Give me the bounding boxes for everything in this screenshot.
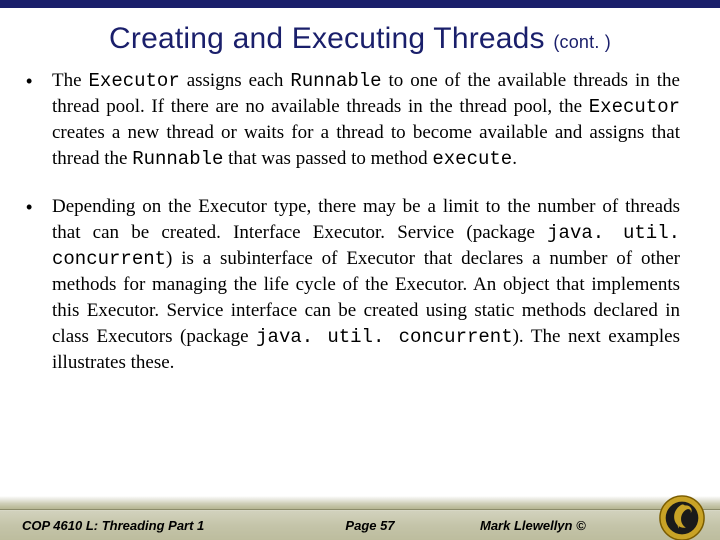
code-span: Executor — [89, 70, 180, 92]
footer-gradient-bar — [0, 496, 720, 510]
bullet-text: The Executor assigns each Runnable to on… — [52, 68, 680, 172]
code-span: Executor — [589, 96, 680, 118]
slide-body: •The Executor assigns each Runnable to o… — [0, 62, 720, 376]
bullet-marker: • — [24, 194, 52, 376]
bullet-item: •The Executor assigns each Runnable to o… — [24, 68, 680, 172]
text-span: The — [52, 70, 89, 91]
bullet-marker: • — [24, 68, 52, 172]
title-main: Creating and Executing Threads — [109, 22, 545, 55]
slide-container: Creating and Executing Threads (cont. ) … — [0, 0, 720, 540]
code-span: Runnable — [132, 148, 223, 170]
text-span: that was passed to method — [223, 148, 432, 169]
text-span: . — [512, 148, 517, 169]
footer-bar: COP 4610 L: Threading Part 1 Page 57 Mar… — [0, 510, 720, 540]
footer-page: Page 57 — [290, 518, 450, 533]
code-span: java. util. concurrent — [256, 326, 512, 348]
bullet-text: Depending on the Executor type, there ma… — [52, 194, 680, 376]
code-span: Runnable — [290, 70, 381, 92]
ucf-pegasus-logo-icon — [658, 494, 706, 540]
code-span: execute — [432, 148, 512, 170]
slide-title: Creating and Executing Threads (cont. ) — [0, 8, 720, 62]
title-suffix: (cont. ) — [553, 32, 611, 52]
bullet-item: •Depending on the Executor type, there m… — [24, 194, 680, 376]
footer-course: COP 4610 L: Threading Part 1 — [0, 518, 290, 533]
text-span: assigns each — [180, 70, 291, 91]
footer-container: COP 4610 L: Threading Part 1 Page 57 Mar… — [0, 496, 720, 540]
